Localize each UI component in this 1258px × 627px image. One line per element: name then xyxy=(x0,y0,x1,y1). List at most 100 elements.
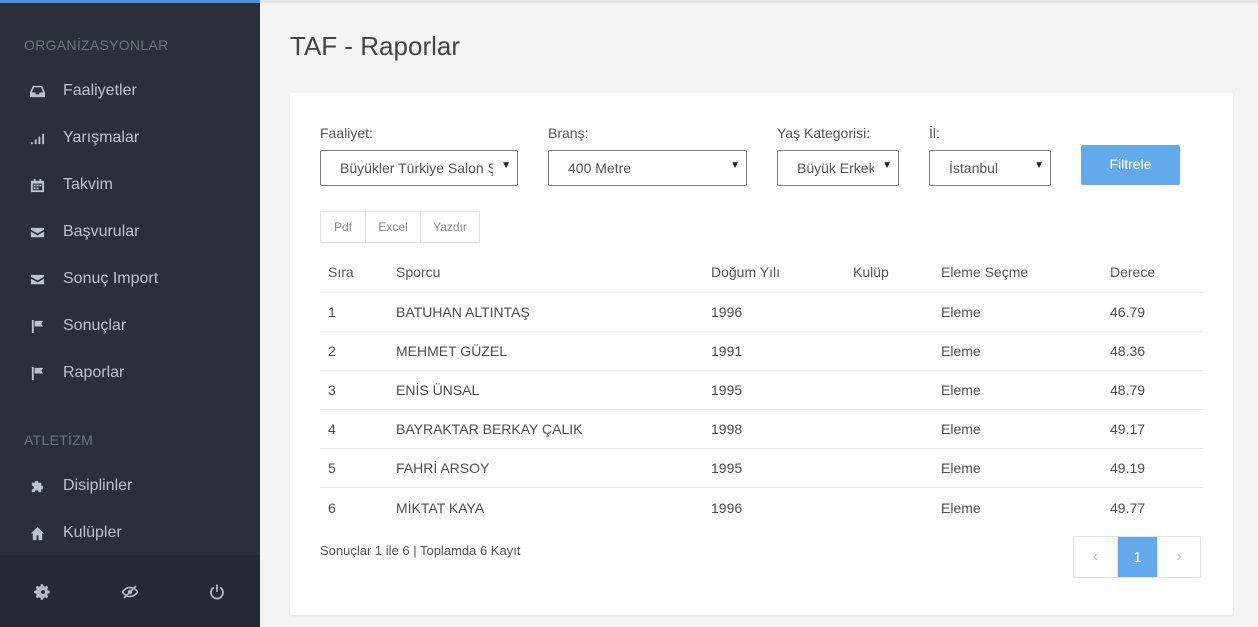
table-row: 6 MİKTAT KAYA 1996 Eleme 49.77 xyxy=(320,488,1203,527)
chevron-down-icon: ▼ xyxy=(501,160,511,171)
faaliyet-select[interactable]: Büyükler Türkiye Salon Şampiyonası ▼ xyxy=(320,150,518,186)
pagination-prev-button[interactable]: ‹ xyxy=(1074,537,1117,577)
export-button-group: Pdf Excel Yazdır xyxy=(320,211,480,243)
cell-sporcu: BAYRAKTAR BERKAY ÇALIK xyxy=(396,421,583,437)
pagination: ‹ 1 › xyxy=(1073,536,1201,578)
sidebar-item-yarismalar[interactable]: Yarışmalar xyxy=(0,118,260,158)
pagination-next-button[interactable]: › xyxy=(1157,537,1200,577)
table-row: 2 MEHMET GÜZEL 1991 Eleme 48.36 xyxy=(320,332,1203,371)
cell-sira: 1 xyxy=(328,304,336,320)
cell-sporcu: FAHRİ ARSOY xyxy=(396,460,490,476)
cell-dogum-yili: 1996 xyxy=(711,304,743,320)
table-row: 4 BAYRAKTAR BERKAY ÇALIK 1998 Eleme 49.1… xyxy=(320,410,1203,449)
il-value: İstanbul xyxy=(949,160,999,176)
sidebar-item-kulupler[interactable]: Kulüpler xyxy=(0,513,260,553)
signal-icon xyxy=(29,130,45,146)
header-line xyxy=(260,0,1258,3)
header-sporcu[interactable]: Sporcu xyxy=(396,253,440,292)
cell-dogum-yili: 1995 xyxy=(711,460,743,476)
sidebar-top-accent xyxy=(0,0,260,3)
sidebar: ORGANİZASYONLAR Faaliyetler Yarışmalar T… xyxy=(0,0,260,627)
table-row: 3 ENİS ÜNSAL 1995 Eleme 48.79 xyxy=(320,371,1203,410)
cell-sporcu: MEHMET GÜZEL xyxy=(396,343,507,359)
sidebar-item-label: Raporlar xyxy=(63,364,125,381)
cell-derece: 48.36 xyxy=(1110,343,1146,359)
brans-label: Branş: xyxy=(548,125,589,141)
sidebar-item-label: Kulüpler xyxy=(63,524,122,541)
sidebar-heading-atletizm: ATLETİZM xyxy=(24,432,94,448)
sidebar-item-sonuc-import[interactable]: Sonuç Import xyxy=(0,259,260,299)
cell-dogum-yili: 1995 xyxy=(711,382,743,398)
cell-derece: 49.17 xyxy=(1110,421,1146,437)
sidebar-item-label: Faaliyetler xyxy=(63,82,137,99)
excel-button[interactable]: Excel xyxy=(366,212,421,242)
gear-icon xyxy=(34,584,51,600)
cell-derece: 49.19 xyxy=(1110,460,1146,476)
cell-sira: 5 xyxy=(328,460,336,476)
faaliyet-value: Büyükler Türkiye Salon Şampiyonası xyxy=(340,160,493,176)
header-sira[interactable]: Sıra xyxy=(328,253,354,292)
header-eleme-secme[interactable]: Eleme Seçme xyxy=(941,253,1028,292)
chevron-down-icon: ▼ xyxy=(882,160,892,171)
il-label: İl: xyxy=(929,125,940,141)
print-button[interactable]: Yazdır xyxy=(421,212,479,242)
cell-eleme-secme: Eleme xyxy=(941,343,981,359)
cell-sporcu: ENİS ÜNSAL xyxy=(396,382,480,398)
table-row: 5 FAHRİ ARSOY 1995 Eleme 49.19 xyxy=(320,449,1203,488)
chevron-down-icon: ▼ xyxy=(730,160,740,171)
faaliyet-label: Faaliyet: xyxy=(320,125,373,141)
sidebar-item-label: Yarışmalar xyxy=(63,129,140,146)
sidebar-item-sonuclar[interactable]: Sonuçlar xyxy=(0,306,260,346)
cell-eleme-secme: Eleme xyxy=(941,304,981,320)
cell-derece: 49.77 xyxy=(1110,499,1146,516)
results-table: Sıra Sporcu Doğum Yılı Kulüp Eleme Seçme… xyxy=(320,253,1203,527)
pagination-page-button[interactable]: 1 xyxy=(1117,537,1157,577)
cell-sporcu: BATUHAN ALTINTAŞ xyxy=(396,304,530,320)
sidebar-item-label: Başvurular xyxy=(63,223,140,240)
cell-sira: 4 xyxy=(328,421,336,437)
results-info: Sonuçlar 1 ile 6 | Toplamda 6 Kayıt xyxy=(320,543,521,558)
sidebar-footer xyxy=(0,555,260,627)
main-content: TAF - Raporlar Faaliyet: Büyükler Türkiy… xyxy=(260,0,1258,627)
sidebar-item-label: Sonuç Import xyxy=(63,270,159,287)
sidebar-item-basvurular[interactable]: Başvurular xyxy=(0,212,260,252)
yas-kategorisi-value: Büyük Erkek xyxy=(797,160,874,176)
power-icon xyxy=(209,584,224,600)
inbox-icon xyxy=(29,83,45,99)
cell-eleme-secme: Eleme xyxy=(941,421,981,437)
cell-dogum-yili: 1996 xyxy=(711,499,743,516)
brans-value: 400 Metre xyxy=(568,160,632,176)
header-dogum-yili[interactable]: Doğum Yılı xyxy=(711,253,780,292)
flag-icon xyxy=(29,318,45,334)
envelope-icon xyxy=(29,271,45,287)
sidebar-item-label: Takvim xyxy=(63,176,113,193)
eye-slash-icon xyxy=(121,585,139,599)
cell-sira: 3 xyxy=(328,382,336,398)
sidebar-item-label: Sonuçlar xyxy=(63,317,127,334)
settings-button[interactable] xyxy=(0,555,87,627)
cell-sporcu: MİKTAT KAYA xyxy=(396,499,485,516)
cell-dogum-yili: 1998 xyxy=(711,421,743,437)
sidebar-item-label: Disiplinler xyxy=(63,477,133,494)
sidebar-heading-organizations: ORGANİZASYONLAR xyxy=(24,37,169,53)
pdf-button[interactable]: Pdf xyxy=(321,212,366,242)
cell-sira: 2 xyxy=(328,343,336,359)
sidebar-item-disiplinler[interactable]: Disiplinler xyxy=(0,466,260,506)
cell-derece: 48.79 xyxy=(1110,382,1146,398)
flag-icon xyxy=(29,365,45,381)
hide-button[interactable] xyxy=(87,555,174,627)
cell-eleme-secme: Eleme xyxy=(941,382,981,398)
filter-button[interactable]: Filtrele xyxy=(1081,145,1180,185)
calendar-icon xyxy=(29,177,45,193)
header-kulup[interactable]: Kulüp xyxy=(853,253,889,292)
envelope-icon xyxy=(29,224,45,240)
yas-kategorisi-select[interactable]: Büyük Erkek ▼ xyxy=(777,150,899,186)
sidebar-item-faaliyetler[interactable]: Faaliyetler xyxy=(0,71,260,111)
header-derece[interactable]: Derece xyxy=(1110,253,1155,292)
home-icon xyxy=(29,525,45,541)
brans-select[interactable]: 400 Metre ▼ xyxy=(548,150,747,186)
sidebar-item-raporlar[interactable]: Raporlar xyxy=(0,353,260,393)
logout-button[interactable] xyxy=(173,555,260,627)
il-select[interactable]: İstanbul ▼ xyxy=(929,150,1051,186)
sidebar-item-takvim[interactable]: Takvim xyxy=(0,165,260,205)
